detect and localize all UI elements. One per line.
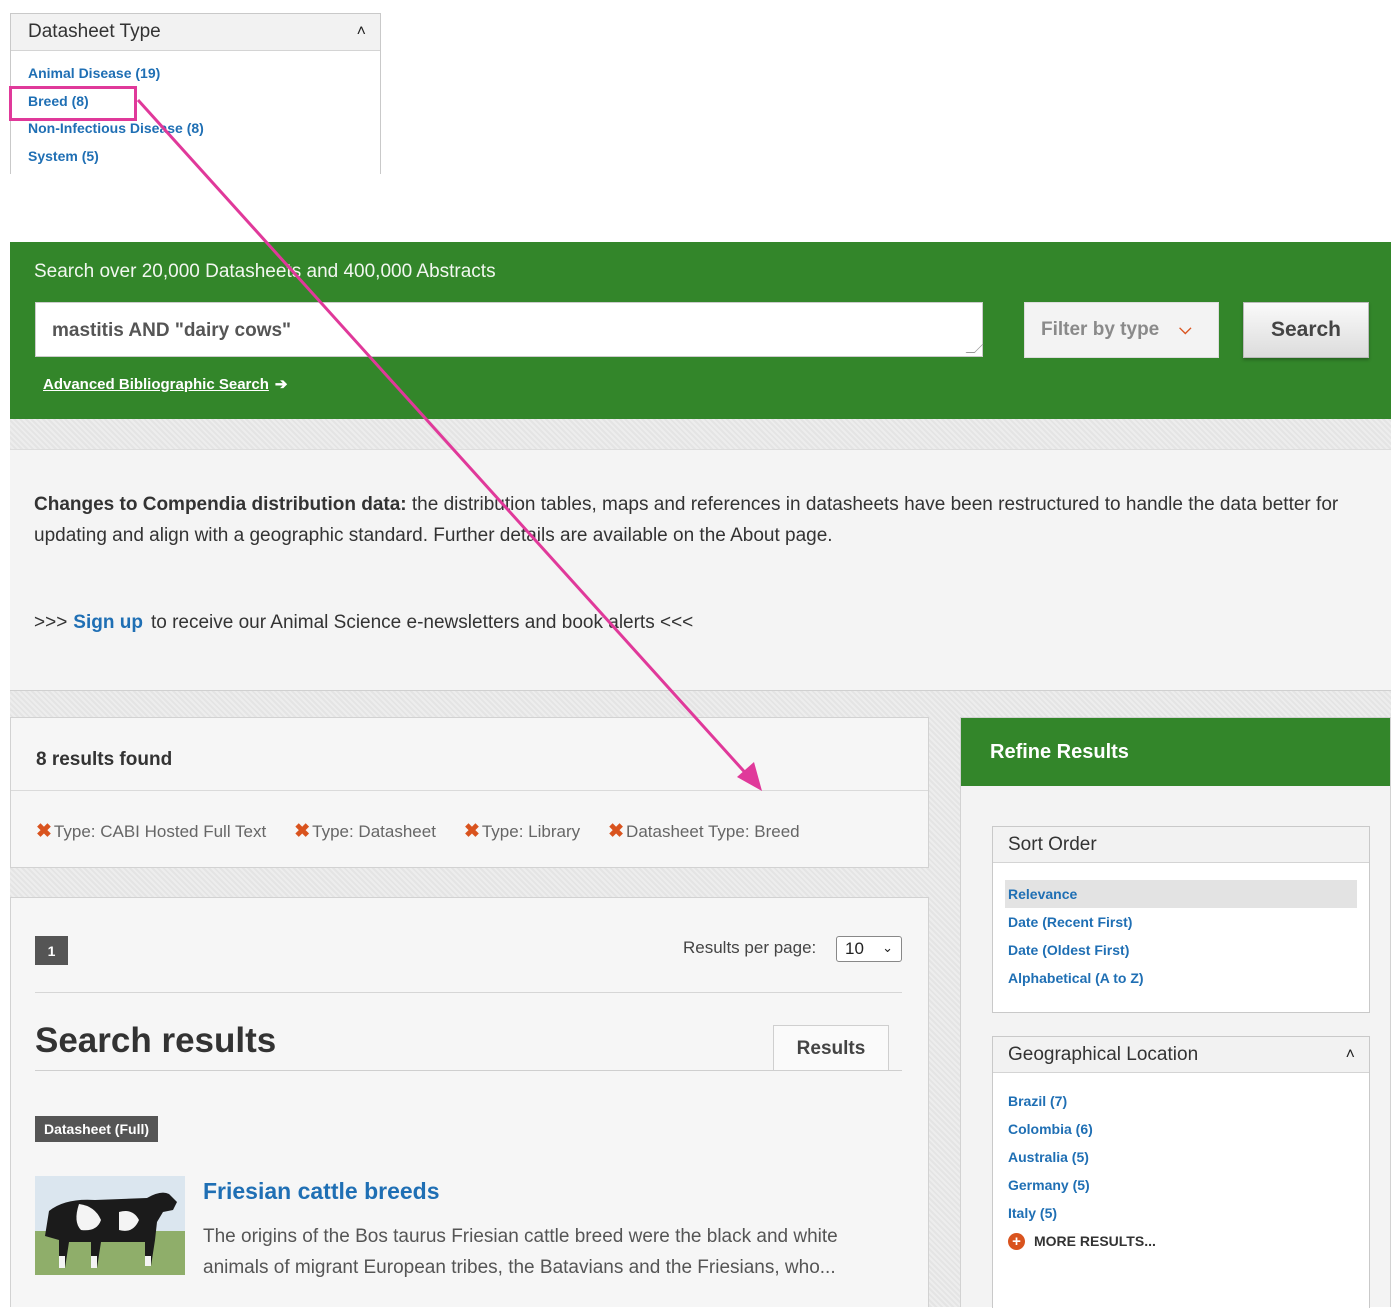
sort-option-date-recent[interactable]: Date (Recent First) [993,908,1369,936]
sort-option-date-oldest[interactable]: Date (Oldest First) [993,936,1369,964]
filter-chip-label: Type: CABI Hosted Full Text [53,821,267,841]
chevron-up-icon[interactable]: ˄ [357,23,366,41]
remove-filter-icon[interactable]: ✖ [294,820,310,843]
results-per-page-value: 10 [845,939,864,958]
search-band: Search over 20,000 Datasheets and 400,00… [10,242,1391,419]
search-query-text: mastitis AND "dairy cows" [52,320,292,341]
divider [35,1070,902,1071]
search-button[interactable]: Search [1243,302,1369,358]
refine-results-panel: Refine Results Sort Order Relevance Date… [960,717,1391,1308]
geo-item-italy[interactable]: Italy (5) [993,1199,1369,1227]
signup-prefix: >>> [34,612,68,633]
geo-item-australia[interactable]: Australia (5) [993,1143,1369,1171]
advanced-search-label: Advanced Bibliographic Search [43,376,269,393]
geographical-location-list: Brazil (7) Colombia (6) Australia (5) Ge… [993,1073,1369,1255]
facet-item-non-infectious-disease[interactable]: Non-Infectious Disease (8) [28,120,380,148]
cow-image [35,1176,185,1275]
result-type-badge: Datasheet (Full) [35,1116,159,1142]
signup-link[interactable]: Sign up [73,612,143,633]
filter-chip-label: Datasheet Type: Breed [626,821,800,841]
sort-order-list: Relevance Date (Recent First) Date (Olde… [993,863,1369,992]
sort-order-facet: Sort Order Relevance Date (Recent First)… [992,826,1370,1013]
sort-order-title: Sort Order [1008,833,1097,855]
more-results-link[interactable]: + MORE RESULTS... [993,1227,1369,1255]
search-results-heading: Search results [35,1021,277,1060]
filter-chip-label: Type: Datasheet [312,821,436,841]
plus-circle-icon: + [1008,1232,1025,1250]
remove-filter-icon[interactable]: ✖ [608,820,624,843]
chevron-up-icon[interactable]: ˄ [1346,1046,1355,1064]
results-per-page-select[interactable]: 10 ⌄ [836,936,902,962]
resize-grip-icon[interactable] [965,344,984,353]
filter-chip-cabi-hosted[interactable]: ✖ Type: CABI Hosted Full Text [36,820,266,843]
results-found-panel: 8 results found ✖ Type: CABI Hosted Full … [10,717,929,868]
geo-item-brazil[interactable]: Brazil (7) [993,1087,1369,1115]
filter-by-type-dropdown[interactable]: Filter by type ⌵ [1024,302,1219,358]
more-results-label: MORE RESULTS... [1034,1233,1156,1249]
advanced-search-link[interactable]: Advanced Bibliographic Search ➔ [43,375,287,393]
distribution-notice: Changes to Compendia distribution data: … [34,489,1374,551]
search-input[interactable]: mastitis AND "dairy cows" [35,302,984,357]
filter-chip-breed[interactable]: ✖ Datasheet Type: Breed [608,820,800,843]
notice-lead: Changes to Compendia distribution data: [34,494,407,515]
signup-notice: >>> Sign up to receive our Animal Science … [34,612,693,634]
search-tagline: Search over 20,000 Datasheets and 400,00… [34,261,496,282]
arrow-right-icon: ➔ [274,376,288,393]
geo-item-colombia[interactable]: Colombia (6) [993,1115,1369,1143]
chevron-down-icon: ⌵ [1179,321,1192,338]
sort-option-relevance[interactable]: Relevance [1005,880,1357,908]
notice-panel: Changes to Compendia distribution data: … [10,449,1391,691]
filter-chip-library[interactable]: ✖ Type: Library [464,820,580,843]
result-snippet: The origins of the Bos taurus Friesian c… [203,1226,838,1278]
tab-results[interactable]: Results [773,1025,889,1071]
divider [35,992,902,993]
datasheet-type-facet-header[interactable]: Datasheet Type ˄ [11,14,380,51]
search-results-panel: 1 Results per page: 10 ⌄ Search results … [10,897,929,1307]
filter-chip-label: Type: Library [481,821,581,841]
highlight-box [9,86,137,121]
refine-results-title: Refine Results [961,718,1390,786]
active-filters: ✖ Type: CABI Hosted Full Text ✖ Type: Data… [11,791,928,843]
geographical-location-title: Geographical Location [1008,1043,1199,1065]
chevron-down-icon: ⌄ [882,940,893,955]
signup-suffix: to receive our Animal Science e-newslett… [150,612,694,633]
facet-item-system[interactable]: System (5) [28,148,380,176]
geo-item-germany[interactable]: Germany (5) [993,1171,1369,1199]
results-count: 8 results found [11,718,928,791]
remove-filter-icon[interactable]: ✖ [464,820,480,843]
result-thumbnail[interactable] [35,1176,185,1275]
geographical-location-facet: Geographical Location ˄ Brazil (7) Colom… [992,1036,1370,1308]
result-title-link[interactable]: Friesian cattle breeds [203,1178,440,1205]
sort-option-alphabetical[interactable]: Alphabetical (A to Z) [993,964,1369,992]
pagination-page-1[interactable]: 1 [35,936,68,965]
datasheet-type-facet-title: Datasheet Type [28,21,161,42]
geographical-location-header[interactable]: Geographical Location ˄ [993,1037,1369,1073]
filter-chip-datasheet[interactable]: ✖ Type: Datasheet [294,820,436,843]
results-per-page-label: Results per page: [683,938,817,957]
sort-order-header: Sort Order [993,827,1369,863]
remove-filter-icon[interactable]: ✖ [36,820,52,843]
filter-by-type-label: Filter by type [1041,319,1160,340]
